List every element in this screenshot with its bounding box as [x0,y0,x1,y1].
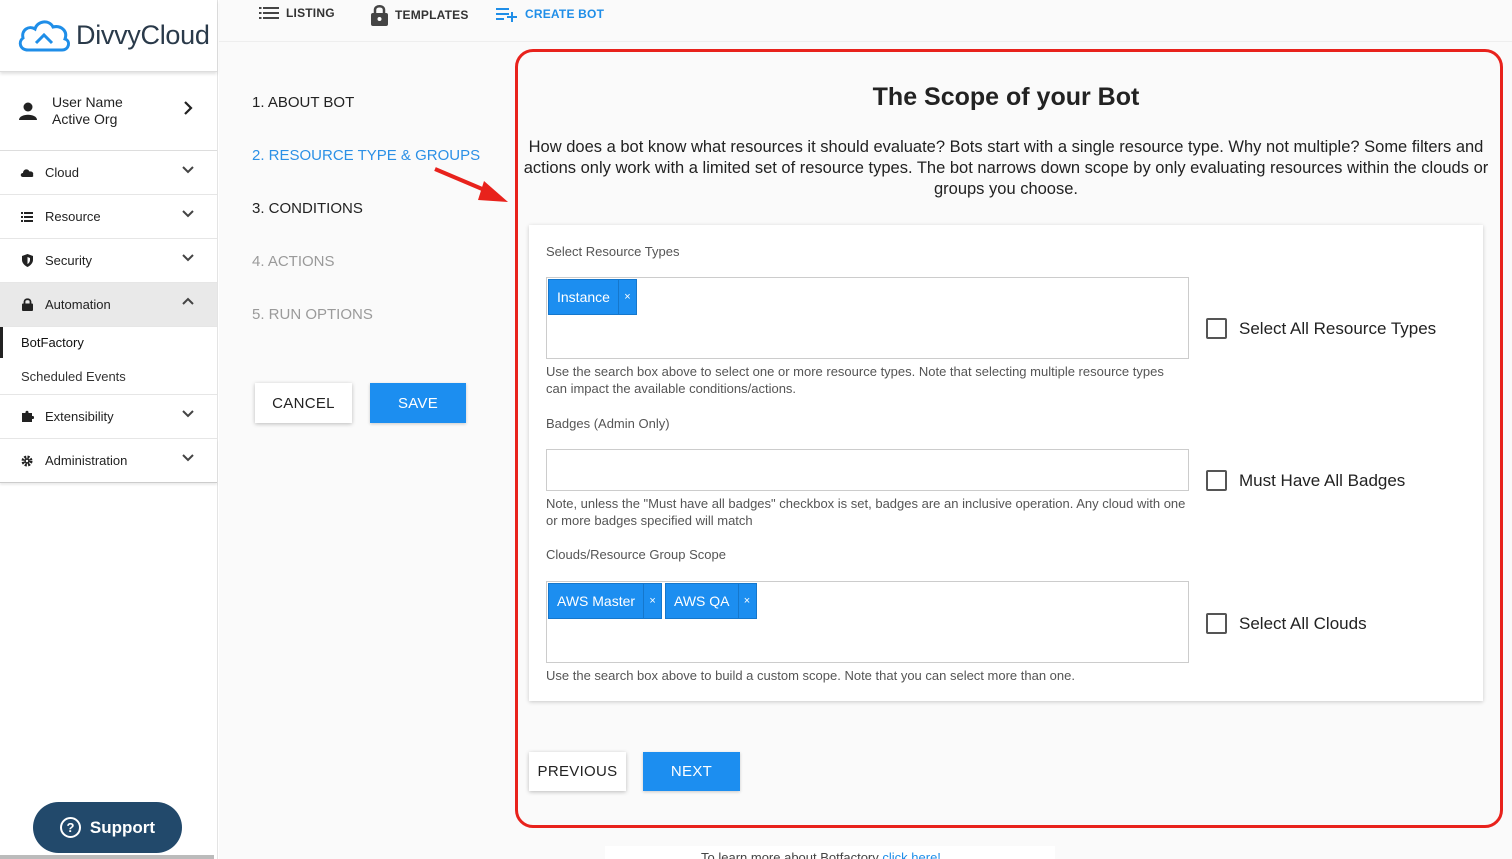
tab-create-bot[interactable]: CREATE BOT [496,6,604,22]
help-icon: ? [59,817,81,838]
sidebar-item-label: Resource [45,209,101,224]
list-icon [259,7,279,19]
chevron-down-icon [182,166,194,174]
chevron-down-icon [182,454,194,462]
support-label: Support [89,817,156,837]
sidebar-item-administration[interactable]: Administration [0,439,217,483]
sidebar-item-label: Security [45,253,92,268]
lock-icon [20,298,34,312]
sidebar-item-label: Automation [45,297,111,312]
step-run-options[interactable]: 5. RUN OPTIONS [252,306,373,323]
top-tab-bar: LISTING TEMPLATES CREATE BOT [219,0,1512,42]
sidebar-subitem-botfactory[interactable]: BotFactory [0,327,217,358]
tab-templates-label: TEMPLATES [395,8,469,22]
user-org: Active Org [52,111,118,127]
chevron-down-icon [182,254,194,262]
brand-logo[interactable]: DivvyCloud [0,0,217,72]
sidebar-item-resource[interactable]: Resource [0,195,217,239]
chevron-down-icon [182,210,194,218]
puzzle-icon [20,410,34,424]
sidebar-item-security[interactable]: Security [0,239,217,283]
footer-note: To learn more about Botfactory click her… [605,846,1055,859]
sidebar-item-label: Cloud [45,165,79,180]
lock-icon [371,5,388,26]
chevron-down-icon [182,410,194,418]
playlist-add-icon [496,8,517,22]
sidebar-item-label: Extensibility [45,409,114,424]
shield-icon [20,254,34,268]
cloud-logo-icon [18,20,71,51]
user-icon [19,102,37,120]
brand-name: DivvyCloud [76,20,210,50]
footer-link[interactable]: click here! [882,850,941,859]
tab-create-bot-label: CREATE BOT [525,7,605,21]
step-resource-type-groups[interactable]: 2. RESOURCE TYPE & GROUPS [252,147,480,164]
sidebar-item-label: Administration [45,453,128,468]
list-icon [20,210,34,224]
sidebar-item-automation[interactable]: Automation [0,283,217,327]
support-button[interactable]: ? Support [33,802,182,853]
highlight-box [515,49,1503,828]
tab-listing-label: LISTING [286,6,335,20]
sidebar-subitem-scheduled-events[interactable]: Scheduled Events [0,358,217,395]
sidebar-item-extensibility[interactable]: Extensibility [0,395,217,439]
red-arrow-annotation [434,167,508,202]
sidebar: DivvyCloud User Name Active Org Cloud Re… [0,0,218,859]
chevron-up-icon [182,297,194,305]
sidebar-item-cloud[interactable]: Cloud [0,151,217,195]
footer-text: To learn more about Botfactory [701,850,879,859]
horizontal-scrollbar[interactable] [0,855,214,859]
save-button[interactable]: SAVE [370,383,466,423]
gear-icon [20,454,34,468]
step-about-bot[interactable]: 1. ABOUT BOT [252,94,354,111]
tab-templates[interactable]: TEMPLATES [371,4,469,26]
step-actions[interactable]: 4. ACTIONS [252,253,335,270]
chevron-right-icon [184,101,193,115]
user-menu[interactable]: User Name Active Org [0,72,217,151]
cloud-icon [20,166,34,180]
user-name: User Name [52,94,123,110]
step-conditions[interactable]: 3. CONDITIONS [252,200,363,217]
tab-listing[interactable]: LISTING [259,6,335,20]
cancel-button[interactable]: CANCEL [255,383,352,423]
